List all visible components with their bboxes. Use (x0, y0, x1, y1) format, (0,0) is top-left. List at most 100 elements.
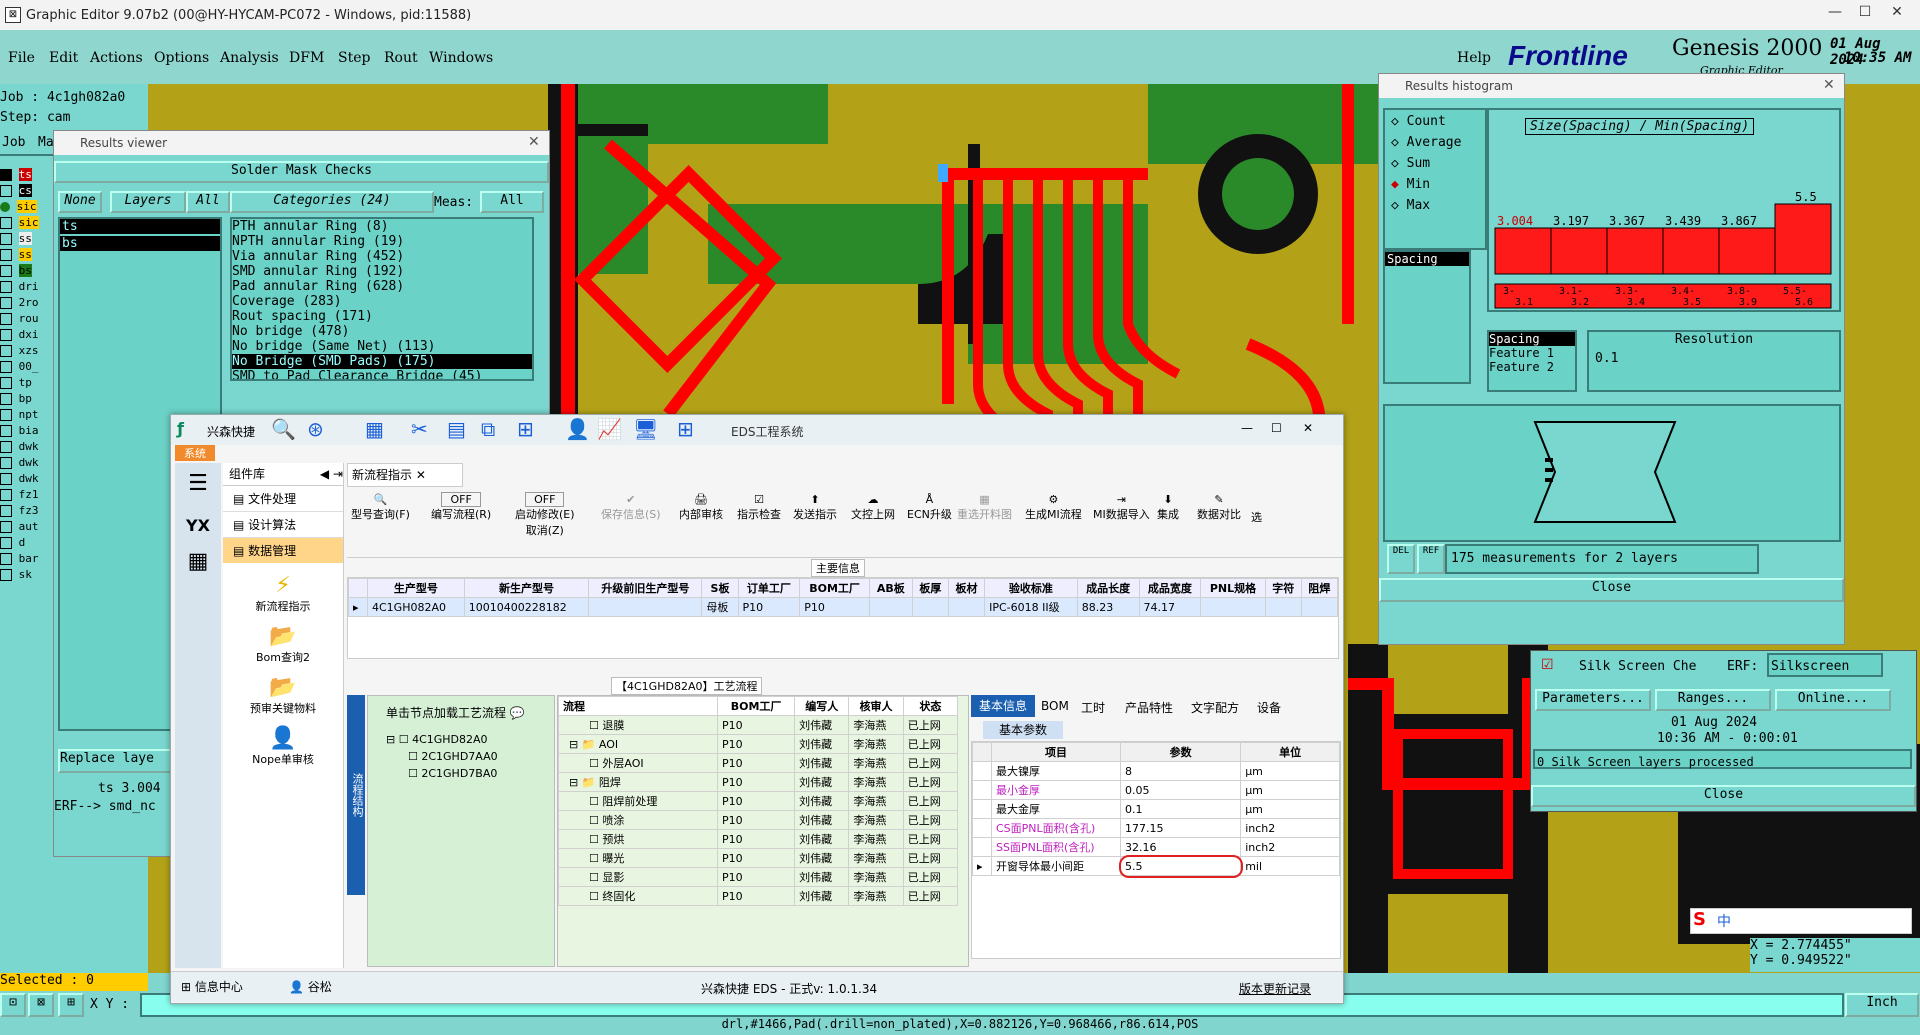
tb-gen-mi[interactable]: ⚙ 生成MI流程 (1025, 493, 1082, 522)
spacing-item[interactable]: Spacing (1385, 252, 1469, 266)
spacing-list[interactable]: Spacing (1383, 250, 1471, 384)
table-row[interactable]: ☐ 曝光 P10 刘伟藏 李海燕 已上网 (558, 848, 959, 868)
category-item[interactable]: SMD annular Ring (192) (232, 264, 532, 279)
menu-help[interactable]: Help (1457, 50, 1491, 66)
tb-integrate[interactable]: ⬇ 集成 (1157, 493, 1179, 522)
basic-params-tab[interactable]: 基本参数 (983, 721, 1063, 739)
table-row[interactable]: 最大镍厚 8 μm (972, 761, 1340, 781)
table-row[interactable]: ☐ 阻焊前处理 P10 刘伟藏 李海燕 已上网 (558, 791, 959, 811)
eds-maximize[interactable]: ☐ (1271, 421, 1282, 435)
tab-ma[interactable]: Ma (38, 135, 54, 150)
preview-del-button[interactable]: DEL (1387, 544, 1415, 574)
menu-file[interactable]: File (8, 50, 35, 66)
tb-check[interactable]: ☑ 指示检查 (737, 493, 781, 522)
tab-bom[interactable]: BOM (1041, 699, 1069, 713)
layer-row[interactable]: bp (0, 392, 55, 408)
col-header[interactable]: 成品长度 (1076, 578, 1140, 598)
layer-row[interactable]: fz3 (0, 504, 55, 520)
table-row[interactable]: ☐ 预烘 P10 刘伟藏 李海燕 已上网 (558, 829, 959, 849)
tab-equipment[interactable]: 设备 (1257, 699, 1281, 716)
layer-row[interactable]: rou (0, 312, 55, 328)
eds-system-tab[interactable]: 系统 (175, 445, 215, 461)
menu-dfm[interactable]: DFM (289, 50, 324, 66)
category-item-selected[interactable]: No Bridge (SMD Pads) (175) (232, 354, 532, 369)
user-label[interactable]: 👤 谷松 (289, 978, 332, 995)
tool-icon-1[interactable]: ⊡ (0, 993, 26, 1017)
option-average[interactable]: ◇ Average (1385, 129, 1485, 150)
col-header[interactable]: S板 (701, 578, 739, 598)
silk-ranges-button[interactable]: Ranges... (1655, 689, 1771, 711)
units-select[interactable]: Inch (1845, 993, 1919, 1017)
result-layer-ts[interactable]: ts (60, 219, 220, 234)
tab-new-flow[interactable]: 新流程指示 ✕ (347, 463, 463, 487)
layer-row[interactable]: dwk (0, 472, 55, 488)
table-row[interactable]: ☐ 外层AOI P10 刘伟藏 李海燕 已上网 (558, 753, 959, 773)
hamburger-icon[interactable]: ☰ (175, 471, 221, 496)
col-header[interactable]: 板厚 (911, 578, 949, 598)
eds-user-icon[interactable]: 👤 (565, 417, 590, 441)
eds-minimize[interactable]: — (1241, 421, 1253, 435)
tool-prereview[interactable]: 📂 预审关键物料 (223, 675, 343, 716)
eds-chart-icon[interactable]: 📈 (597, 417, 622, 441)
eds-table-icon[interactable]: ▦ (365, 417, 384, 441)
col-header[interactable]: 验收标准 (984, 578, 1078, 598)
tb-save-info[interactable]: ✔ 保存信息(S) (601, 493, 661, 522)
layer-row[interactable]: dwk (0, 440, 55, 456)
tree-child[interactable]: ☐ 2C1GHD7AA0 (368, 746, 554, 763)
calc-icon[interactable]: ▦ (175, 549, 221, 574)
min-spacing-value[interactable]: 5.5 (1118, 854, 1243, 878)
layer-row[interactable]: dri (0, 280, 55, 296)
table-row[interactable]: CS面PNL面积(含孔) 177.15 inch2 (972, 818, 1340, 838)
table-row[interactable]: ☐ 喷涂 P10 刘伟藏 李海燕 已上网 (558, 810, 959, 830)
category-item[interactable]: Via annular Ring (452) (232, 249, 532, 264)
tb-send[interactable]: ⬆ 发送指示 (793, 493, 837, 522)
eds-search-icon[interactable]: 🔍 (271, 417, 296, 441)
table-row[interactable]: ☐ 终固化 P10 刘伟藏 李海燕 已上网 (558, 886, 959, 906)
layer-list[interactable]: ts cs sic sic ss ss bs dri 2ro rou dxi x… (0, 168, 55, 584)
feature-item[interactable]: Feature 1 (1489, 346, 1575, 360)
col-header[interactable]: 状态 (902, 696, 959, 716)
layer-row[interactable]: ss (0, 248, 55, 264)
tool-nope-review[interactable]: 👤 Nope单审核 (223, 726, 343, 767)
table-row[interactable]: ☐ 显影 P10 刘伟藏 李海燕 已上网 (558, 867, 959, 887)
layer-row[interactable]: dwk (0, 456, 55, 472)
col-header[interactable]: BOM工厂 (799, 578, 870, 598)
layer-row[interactable]: ts (0, 168, 55, 184)
layer-row[interactable]: ss (0, 232, 55, 248)
col-header[interactable]: 核审人 (848, 696, 904, 716)
all-button[interactable]: All (186, 191, 230, 213)
layer-row[interactable]: 2ro (0, 296, 55, 312)
table-row[interactable]: ⊟ 📁 AOI P10 刘伟藏 李海燕 已上网 (558, 734, 959, 754)
eds-help-icon[interactable]: ⊛ (307, 417, 324, 441)
col-header[interactable]: 板材 (947, 578, 986, 598)
minimize-button[interactable]: — (1820, 4, 1850, 26)
col-header[interactable]: 升级前旧生产型号 (588, 578, 703, 598)
category-item[interactable]: No bridge (478) (232, 324, 532, 339)
option-max[interactable]: ◇ Max (1385, 192, 1485, 213)
menu-windows[interactable]: Windows (429, 50, 493, 66)
silk-online-button[interactable]: Online... (1775, 689, 1891, 711)
category-item[interactable]: PTH annular Ring (8) (232, 219, 532, 234)
table-row[interactable]: ▸ 4C1GH082A0 10010400228182 母板 P10 P10 I… (348, 597, 1338, 617)
layer-row[interactable]: 00_ (0, 360, 55, 376)
histogram-close-icon[interactable]: ✕ (1823, 77, 1835, 93)
col-header[interactable]: 阻焊 (1300, 578, 1338, 598)
sidebar-item-file[interactable]: ▤ 文件处理 (223, 486, 343, 512)
none-button[interactable]: None (58, 191, 102, 213)
tb-write-flow[interactable]: OFF 编写流程(R) (431, 492, 491, 522)
layer-row[interactable]: d (0, 536, 55, 552)
col-header[interactable]: 流程 (558, 696, 718, 716)
tool-icon-3[interactable]: ⊞ (58, 993, 84, 1017)
changelog-link[interactable]: 版本更新记录 (1239, 980, 1311, 997)
yx-icon[interactable]: YX (175, 516, 221, 535)
tb-reselect[interactable]: ▦ 重选开料图 (957, 493, 1012, 522)
layer-row[interactable]: bia (0, 424, 55, 440)
col-header[interactable]: 订单工厂 (737, 578, 801, 598)
tb-mi-import[interactable]: ⇥ MI数据导入 (1093, 493, 1150, 522)
category-item[interactable]: NPTH annular Ring (19) (232, 234, 532, 249)
layer-row[interactable]: bar (0, 552, 55, 568)
replace-layer-button[interactable]: Replace laye (58, 749, 177, 773)
col-header[interactable]: 参数 (1119, 742, 1242, 762)
results-viewer-close-icon[interactable]: ✕ (528, 134, 540, 150)
table-row[interactable]: SS面PNL面积(含孔) 32.16 inch2 (972, 837, 1340, 857)
